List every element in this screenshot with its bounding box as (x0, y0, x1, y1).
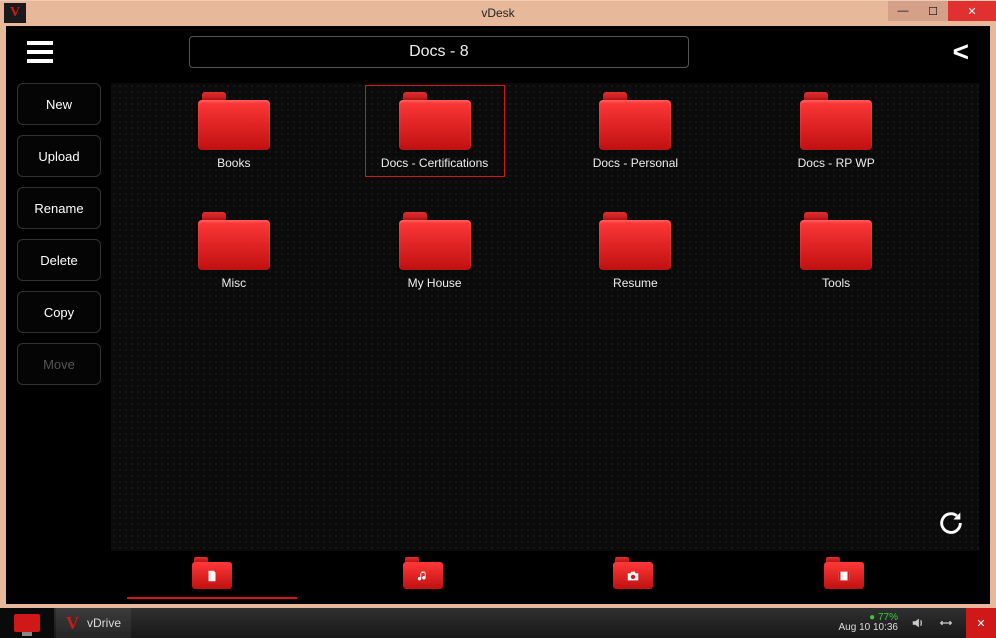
rename-button[interactable]: Rename (17, 187, 101, 229)
battery-indicator[interactable]: ● 77% Aug 10 10:36 (839, 613, 899, 633)
breadcrumb-label: Docs - 8 (409, 43, 469, 61)
minimize-button[interactable]: — (888, 1, 918, 21)
folder-label: Misc (221, 276, 246, 290)
app-icon: V (4, 3, 26, 23)
music-folder-icon (403, 557, 443, 589)
folder-icon (800, 92, 872, 150)
folder-item[interactable]: Resume (565, 205, 705, 297)
folder-icon (399, 92, 471, 150)
topbar: Docs - 8 < (7, 27, 989, 77)
document-folder-icon (192, 557, 232, 589)
folder-grid-area: Books Docs - Certifications Docs - Persona… (111, 83, 979, 551)
folder-icon (599, 212, 671, 270)
main-area: New Upload Rename Delete Copy Move Books Docs … (7, 77, 989, 551)
system-tray: ● 77% Aug 10 10:36 ✕ (839, 608, 996, 638)
upload-button[interactable]: Upload (17, 135, 101, 177)
folder-label: Tools (822, 276, 850, 290)
close-button[interactable]: ✕ (948, 1, 996, 21)
sidebar: New Upload Rename Delete Copy Move (17, 83, 101, 551)
refresh-button[interactable] (937, 509, 965, 537)
maximize-button[interactable]: ☐ (918, 1, 948, 21)
folder-item[interactable]: Docs - RP WP (766, 85, 906, 177)
start-button[interactable] (0, 608, 54, 638)
taskbar-app-button[interactable]: V vDrive (56, 608, 131, 638)
fullscreen-icon[interactable] (938, 615, 954, 631)
camera-folder-icon (613, 557, 653, 589)
copy-button[interactable]: Copy (17, 291, 101, 333)
category-tab-video[interactable] (819, 553, 869, 595)
new-button[interactable]: New (17, 83, 101, 125)
titlebar: V vDesk — ☐ ✕ (0, 0, 996, 24)
move-button: Move (17, 343, 101, 385)
back-button[interactable]: < (953, 36, 969, 68)
clock: Aug 10 10:36 (839, 623, 899, 633)
folder-icon (599, 92, 671, 150)
tray-close-button[interactable]: ✕ (966, 608, 996, 638)
folder-item[interactable]: My House (365, 205, 505, 297)
category-tab-document[interactable] (187, 553, 237, 595)
folder-item[interactable]: Misc (164, 205, 304, 297)
folder-icon (399, 212, 471, 270)
taskbar-app-label: vDrive (87, 616, 121, 630)
volume-icon[interactable] (910, 615, 926, 631)
category-tab-music[interactable] (398, 553, 448, 595)
taskbar: V vDrive ● 77% Aug 10 10:36 ✕ (0, 608, 996, 638)
folder-icon (800, 212, 872, 270)
window-controls: — ☐ ✕ (888, 1, 996, 21)
folder-item[interactable]: Docs - Personal (565, 85, 705, 177)
folder-icon (198, 92, 270, 150)
app-window: Docs - 8 < New Upload Rename Delete Copy Move… (6, 26, 990, 604)
hamburger-menu-icon[interactable] (27, 37, 57, 67)
folder-label: Resume (613, 276, 658, 290)
folder-item[interactable]: Docs - Certifications (365, 85, 505, 177)
folder-item[interactable]: Tools (766, 205, 906, 297)
category-tabs (7, 551, 989, 603)
folder-label: My House (408, 276, 462, 290)
folder-item[interactable]: Books (164, 85, 304, 177)
folder-icon (198, 212, 270, 270)
folder-label: Docs - RP WP (798, 156, 875, 170)
window-title: vDesk (481, 6, 514, 20)
delete-button[interactable]: Delete (17, 239, 101, 281)
folder-label: Docs - Personal (593, 156, 678, 170)
video-folder-icon (824, 557, 864, 589)
folder-label: Books (217, 156, 250, 170)
app-v-icon: V (66, 613, 79, 634)
refresh-icon (937, 509, 965, 537)
folder-label: Docs - Certifications (381, 156, 488, 170)
breadcrumb[interactable]: Docs - 8 (189, 36, 689, 68)
category-tab-camera[interactable] (608, 553, 658, 595)
monitor-icon (14, 614, 40, 632)
